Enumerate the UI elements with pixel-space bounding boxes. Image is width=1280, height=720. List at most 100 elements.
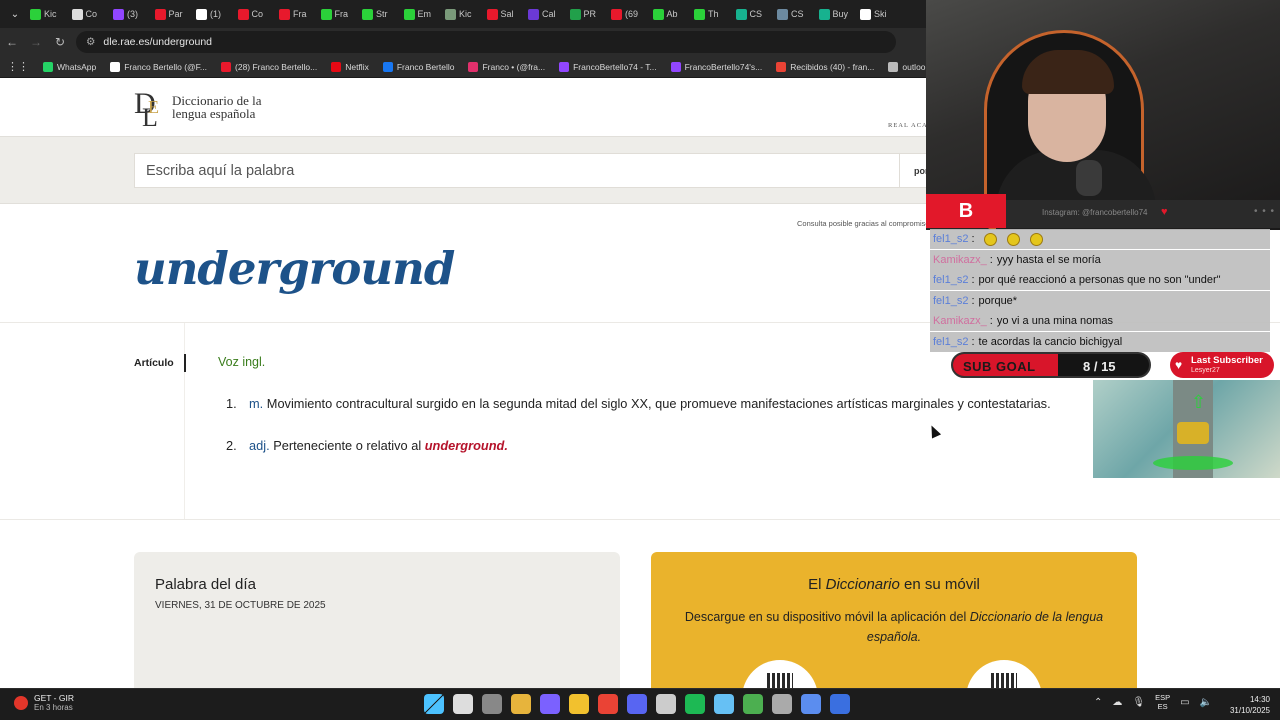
browser-tab[interactable]: Em <box>400 3 442 25</box>
chat-username[interactable]: Kamikazx_ <box>933 254 987 266</box>
chat-username[interactable]: fel1_s2 <box>933 295 968 307</box>
definition-2: 2. adj. Perteneciente o relativo al under… <box>226 438 508 453</box>
browser-tab[interactable]: Ab <box>649 3 691 25</box>
taskbar-apps <box>424 694 850 714</box>
arrow-up-icon: ⇧ <box>1191 392 1207 412</box>
bookmark-item[interactable]: (28) Franco Bertello... <box>214 61 324 72</box>
word-of-day-card[interactable]: Palabra del día VIERNES, 31 DE OCTUBRE D… <box>134 552 620 688</box>
tab-search-chevron-icon[interactable]: ⌄ <box>4 4 26 24</box>
browser-tab[interactable]: Buy <box>815 3 857 25</box>
bookmark-item[interactable]: FrancoBertello74 - T... <box>552 61 663 72</box>
tab-favicon-icon <box>486 8 498 20</box>
apps-grid-icon[interactable]: ⋮⋮ <box>0 60 36 73</box>
tab-favicon-icon <box>403 8 415 20</box>
bookmarks-bar: ⋮⋮ WhatsApp Franco Bertello (@F... (28) Fr… <box>0 56 926 78</box>
grammar-abbr[interactable]: m. <box>249 396 263 411</box>
taskbar-app-icon[interactable] <box>598 694 618 714</box>
address-bar[interactable]: ⚙ dle.rae.es/underground <box>76 31 896 53</box>
search-input[interactable]: Escriba aquí la palabra <box>134 153 900 188</box>
microphone-icon[interactable]: 🎙 <box>1132 697 1145 708</box>
browser-tab[interactable]: (1) <box>192 3 234 25</box>
chat-username[interactable]: Kamikazx_ <box>933 315 987 327</box>
bookmark-item[interactable]: FrancoBertello74's... <box>664 61 770 72</box>
browser-tab[interactable]: Kic <box>441 3 483 25</box>
weather-alert-icon <box>14 695 28 710</box>
taskbar-app-icon[interactable] <box>511 694 531 714</box>
windows-start-icon[interactable] <box>424 694 444 714</box>
browser-tab[interactable]: (69 <box>607 3 649 25</box>
chevron-up-icon[interactable]: ⌃ <box>1094 697 1102 708</box>
browser-tab[interactable]: (3) <box>109 3 151 25</box>
chat-username[interactable]: fel1_s2 <box>933 233 968 245</box>
bookmark-item[interactable]: Netflix <box>324 61 376 72</box>
forward-arrow-icon[interactable]: → <box>24 30 48 54</box>
sub-goal-count: 8 / 15 <box>1083 359 1116 374</box>
taskbar-app-icon[interactable] <box>801 694 821 714</box>
browser-tab[interactable]: Cal <box>524 3 566 25</box>
browser-tab[interactable]: Ski <box>856 3 898 25</box>
browser-tab[interactable]: Co <box>234 3 276 25</box>
weather-widget[interactable]: GET - GIR En 3 horas <box>14 693 74 712</box>
taskbar-app-icon[interactable] <box>656 694 676 714</box>
bookmark-item[interactable]: Recibidos (40) - fran... <box>769 61 881 72</box>
back-arrow-icon[interactable]: ← <box>0 30 24 54</box>
qr-code-icon <box>767 673 793 688</box>
definition-1: 1. m. Movimiento contracultural surgido e… <box>226 396 1051 411</box>
taskbar-app-icon[interactable] <box>743 694 763 714</box>
grammar-abbr[interactable]: adj. <box>249 438 270 453</box>
tab-favicon-icon <box>735 8 747 20</box>
search-icon[interactable] <box>453 694 473 714</box>
chat-message: fel1_s2: te acordas la cancio bichigyal <box>930 331 1270 352</box>
app-card-description: Descargue en su dispositivo móvil la apl… <box>684 610 1104 644</box>
clock[interactable]: 14:30 31/10/2025 <box>1226 694 1270 716</box>
taskbar-app-icon[interactable] <box>830 694 850 714</box>
taskbar-app-icon[interactable] <box>714 694 734 714</box>
bookmark-item[interactable]: outlook <box>881 61 926 72</box>
word-of-day-title: Palabra del día <box>155 576 256 593</box>
logo-text[interactable]: Diccionario de la lengua española <box>172 94 262 120</box>
taskbar-app-icon[interactable] <box>685 694 705 714</box>
reload-icon[interactable]: ↻ <box>48 30 72 54</box>
browser-tab[interactable]: Fra <box>275 3 317 25</box>
browser-tab[interactable]: Kic <box>26 3 68 25</box>
bookmark-item[interactable]: Franco • (@fra... <box>461 61 552 72</box>
site-info-icon[interactable]: ⚙ <box>86 36 95 48</box>
language-indicator[interactable]: ESP ES <box>1155 693 1170 711</box>
heart-icon: ♥ <box>1175 358 1183 372</box>
bookmark-item[interactable]: WhatsApp <box>36 61 103 72</box>
browser-tab[interactable]: Sal <box>483 3 525 25</box>
dle-logo[interactable]: DLE <box>134 87 164 132</box>
tab-favicon-icon <box>818 8 830 20</box>
heart-icon: ♥ <box>1161 206 1168 218</box>
tab-favicon-icon <box>237 8 249 20</box>
chat-message: fel1_s2: por qué reaccionó a personas que… <box>930 270 1270 290</box>
mobile-app-card: El Diccionario en su móvil Descargue en … <box>651 552 1137 688</box>
app-card-title: El Diccionario en su móvil <box>808 576 980 593</box>
cross-reference-link[interactable]: underground. <box>425 438 508 453</box>
browser-tab[interactable]: Str <box>358 3 400 25</box>
bookmark-item[interactable]: Franco Bertello (@F... <box>103 61 214 72</box>
browser-tab[interactable]: CS <box>773 3 815 25</box>
browser-toolbar: ← → ↻ ⚙ dle.rae.es/underground <box>0 28 926 56</box>
network-icon[interactable]: ▭ <box>1180 697 1189 708</box>
taskbar-app-icon[interactable] <box>627 694 647 714</box>
browser-tab[interactable]: Par <box>151 3 193 25</box>
browser-tab[interactable]: CS <box>732 3 774 25</box>
volume-icon[interactable]: 🔈 <box>1200 697 1212 708</box>
browser-tab[interactable]: PR <box>566 3 608 25</box>
chat-username[interactable]: fel1_s2 <box>933 274 968 286</box>
taskbar-app-icon[interactable] <box>482 694 502 714</box>
cloud-icon[interactable]: ☁ <box>1112 697 1122 708</box>
browser-tab[interactable]: Fra <box>317 3 359 25</box>
taskbar-app-icon[interactable] <box>569 694 589 714</box>
taskbar-app-icon[interactable] <box>772 694 792 714</box>
bookmark-item[interactable]: Franco Bertello <box>376 61 462 72</box>
browser-tab[interactable]: Th <box>690 3 732 25</box>
chat-username[interactable]: fel1_s2 <box>933 336 968 348</box>
tab-favicon-icon <box>528 8 539 20</box>
taskbar-app-icon[interactable] <box>540 694 560 714</box>
chat-text: por qué reaccionó a personas que no son … <box>978 274 1221 286</box>
screen: ⌄ Kic Co (3) Par (1) Co Fra Fra Str Em Kic Sal Cal PR… <box>0 0 1280 720</box>
gameplay-capture: ⇧ <box>1093 380 1280 478</box>
browser-tab[interactable]: Co <box>68 3 110 25</box>
